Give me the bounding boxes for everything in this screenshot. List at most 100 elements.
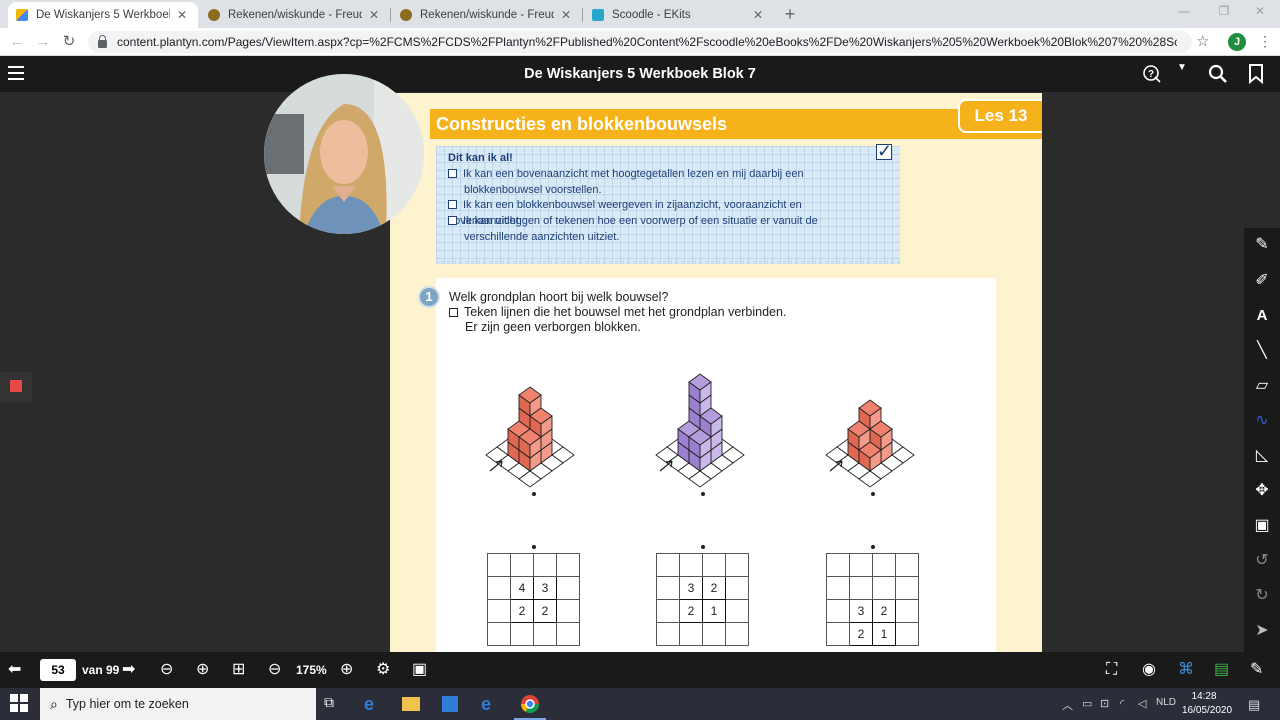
visibility-icon[interactable]: ◉ xyxy=(1142,660,1156,680)
can-do-box: Dit kan ik al! ✓ Ik kan een bovenaanzich… xyxy=(436,142,900,264)
reload-icon[interactable]: ↻ xyxy=(58,32,80,52)
tray-chevron-icon[interactable]: ︿ xyxy=(1062,697,1073,713)
record-button[interactable] xyxy=(0,372,32,402)
groundplan-cell: 4 xyxy=(510,576,534,600)
move-icon[interactable]: ✥ xyxy=(1244,476,1280,506)
groundplan-cell xyxy=(725,576,749,600)
dropdown-caret-icon[interactable]: ▼ xyxy=(1177,62,1187,73)
edit-layer-icon[interactable]: ⌘ xyxy=(1178,660,1194,680)
page-count: van 99 xyxy=(82,663,120,677)
clock[interactable]: 14:28 16/05/2020 xyxy=(1182,690,1232,718)
browser-menu-icon[interactable]: ⋮ xyxy=(1258,33,1272,50)
last-page-icon[interactable]: ⊕ xyxy=(196,660,209,680)
restore-icon[interactable]: ❐ xyxy=(1204,4,1244,22)
connect-dot[interactable] xyxy=(871,545,875,549)
tab-freudenthal-2[interactable]: Rekenen/wiskunde - Freudenthal ✕ xyxy=(392,2,582,28)
checkbox[interactable] xyxy=(448,216,457,225)
groundplan-cell: 2 xyxy=(702,576,726,600)
pencil-icon[interactable]: ✎ xyxy=(1244,230,1280,260)
prev-page-icon[interactable]: ⬅ xyxy=(8,660,21,680)
construction-red-1 xyxy=(485,386,575,488)
fullscreen-icon[interactable]: ⛶ xyxy=(1106,660,1117,680)
groundplan-cell xyxy=(656,553,680,577)
file-explorer-icon[interactable] xyxy=(402,694,422,714)
checkbox[interactable] xyxy=(449,308,458,317)
close-window-icon[interactable]: ✕ xyxy=(1240,4,1280,22)
freehand-icon[interactable]: ∿ xyxy=(1244,406,1280,436)
book-title: De Wiskanjers 5 Werkboek Blok 7 xyxy=(524,66,756,82)
checkbox[interactable] xyxy=(448,200,457,209)
close-tab-icon[interactable]: ✕ xyxy=(558,8,574,22)
bookmark-star-icon[interactable]: ☆ xyxy=(1196,32,1209,50)
share-icon[interactable]: ⚙ xyxy=(376,660,390,680)
url-field[interactable]: content.plantyn.com/Pages/ViewItem.aspx?… xyxy=(88,31,1192,53)
internet-explorer-icon[interactable]: e xyxy=(481,694,501,714)
connect-dot[interactable] xyxy=(871,492,875,496)
battery-icon[interactable]: ▭ xyxy=(1082,697,1092,710)
groundplan-1: 4322 xyxy=(487,553,580,646)
groundplan-cell xyxy=(556,599,580,623)
store-icon[interactable] xyxy=(442,694,462,714)
profile-avatar[interactable]: J xyxy=(1228,33,1246,51)
back-icon[interactable]: ← xyxy=(6,32,28,52)
lock-icon xyxy=(98,34,107,48)
redo-icon[interactable]: ↻ xyxy=(1244,581,1280,611)
chrome-icon[interactable] xyxy=(520,694,540,714)
connect-dot[interactable] xyxy=(701,545,705,549)
close-tab-icon[interactable]: ✕ xyxy=(366,8,382,22)
volume-icon[interactable]: ◁ xyxy=(1138,697,1146,710)
bookmark-icon[interactable] xyxy=(1248,64,1264,89)
highlighter-icon[interactable]: ✐ xyxy=(1244,266,1280,296)
first-page-icon[interactable]: ⊖ xyxy=(160,660,173,680)
taskbar-search[interactable]: ⌕ Typ hier om te zoeken xyxy=(40,688,316,720)
groundplan-cell: 2 xyxy=(849,622,873,646)
search-icon[interactable] xyxy=(1208,64,1228,89)
groundplan-cell xyxy=(725,553,749,577)
minimize-icon[interactable]: — xyxy=(1164,4,1204,22)
question-text: Welk grondplan hoort bij welk bouwsel? xyxy=(449,290,669,304)
pen-icon[interactable]: ✎ xyxy=(1250,660,1263,680)
close-tab-icon[interactable]: ✕ xyxy=(174,8,190,22)
windows-taskbar: ⌕ Typ hier om te zoeken ⧉ e e ︿ ▭ ⊡ ◜ ◁ … xyxy=(0,688,1280,720)
connect-dot[interactable] xyxy=(532,545,536,549)
help-icon[interactable]: ? xyxy=(1142,64,1162,89)
network-icon[interactable]: ⊡ xyxy=(1100,697,1109,710)
groundplan-row: 21 xyxy=(656,599,749,623)
ruler-icon[interactable]: ◺ xyxy=(1244,441,1280,471)
page-number-input[interactable]: 53 xyxy=(40,659,76,681)
forward-icon[interactable]: → xyxy=(32,32,54,52)
groundplan-cell: 3 xyxy=(679,576,703,600)
next-page-icon[interactable]: ➡ xyxy=(122,660,135,680)
pointer-icon[interactable]: ➤ xyxy=(1244,616,1280,646)
zoom-in-icon[interactable]: ⊕ xyxy=(340,660,353,680)
toc-icon[interactable]: ⊞ xyxy=(232,660,245,680)
notifications-icon[interactable]: ▤ xyxy=(1248,697,1260,713)
groundplan-row xyxy=(826,553,919,577)
undo-icon[interactable]: ↺ xyxy=(1244,546,1280,576)
media-icon[interactable]: ▣ xyxy=(412,660,427,680)
language-indicator[interactable]: NLD xyxy=(1156,697,1176,708)
windows-start-icon[interactable] xyxy=(10,694,30,714)
eraser-icon[interactable]: ▱ xyxy=(1244,371,1280,401)
wifi-icon[interactable]: ◜ xyxy=(1120,697,1124,710)
tab-wiskanjers[interactable]: De Wiskanjers 5 Werkboek Blok 7 ✕ xyxy=(8,2,198,28)
line-tool-icon[interactable]: ╲ xyxy=(1244,336,1280,366)
checkbox[interactable] xyxy=(448,169,457,178)
tab-freudenthal-1[interactable]: Rekenen/wiskunde - Freudenthal ✕ xyxy=(200,2,390,28)
save-icon[interactable]: ▤ xyxy=(1214,660,1229,680)
task-view-icon[interactable]: ⧉ xyxy=(324,694,344,714)
close-tab-icon[interactable]: ✕ xyxy=(750,8,766,22)
can-do-item: Ik kan uitleggen of tekenen hoe een voor… xyxy=(448,213,878,245)
new-tab-button[interactable]: + xyxy=(780,4,800,24)
groundplan-row: 32 xyxy=(656,576,749,600)
zoom-out-icon[interactable]: ⊖ xyxy=(268,660,281,680)
text-tool-icon[interactable]: A xyxy=(1244,301,1280,331)
can-do-item: Ik kan een bovenaanzicht met hoogtegetal… xyxy=(448,166,878,198)
image-icon[interactable]: ▣ xyxy=(1244,511,1280,541)
connect-dot[interactable] xyxy=(532,492,536,496)
tab-scoodle[interactable]: Scoodle - EKits ✕ xyxy=(584,2,774,28)
connect-dot[interactable] xyxy=(701,492,705,496)
edge-icon[interactable]: e xyxy=(364,694,384,714)
can-do-heading: Dit kan ik al! xyxy=(448,152,513,164)
groundplan-cell xyxy=(826,553,850,577)
